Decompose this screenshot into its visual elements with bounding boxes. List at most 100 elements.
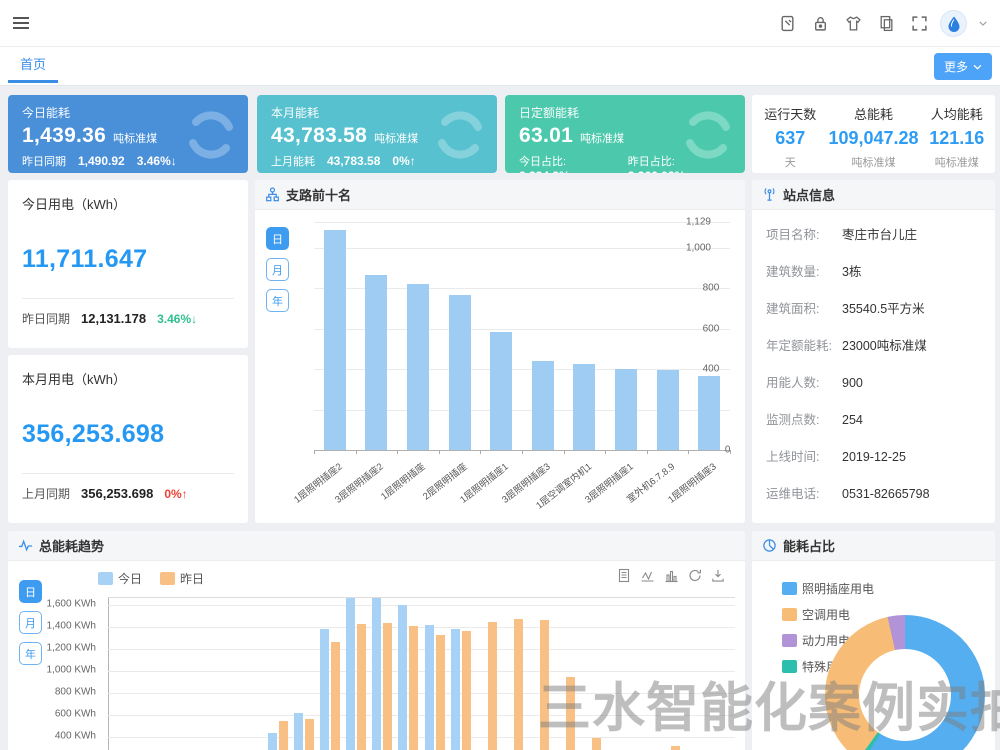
site-row-value: 23000吨标准煤 [842, 339, 927, 353]
kpi-value: 63.01 [519, 124, 573, 148]
legend-item-hvac[interactable]: 空调用电 [782, 606, 874, 623]
site-row-label: 建筑面积: [766, 298, 838, 317]
y-axis-label: 800 KWh [55, 687, 96, 698]
tab-home-label: 首页 [20, 57, 46, 72]
site-row-label: 运维电话: [766, 483, 838, 502]
menu-toggle-button[interactable] [12, 16, 30, 30]
y-axis-label: 1,000 KWh [47, 665, 96, 676]
lock-icon[interactable] [808, 12, 832, 36]
x-axis-tick [730, 450, 731, 454]
user-menu-chevron-icon[interactable] [976, 12, 990, 36]
legend-swatch [160, 572, 175, 585]
gridline [108, 649, 735, 650]
download-icon[interactable] [711, 568, 725, 583]
user-avatar[interactable] [940, 10, 967, 37]
kpi-change: 3.46%↓ [137, 154, 177, 168]
chart-toolbox [617, 568, 725, 583]
x-axis-tick [688, 450, 689, 454]
trend-bar-yesterday [488, 622, 497, 750]
stat-unit: 天 [752, 154, 828, 170]
legend-swatch [782, 634, 797, 647]
site-row-value: 900 [842, 376, 863, 390]
kpi-card-daily-quota-energy: 日定额能耗 63.01 吨标准煤 今日占比: 2,284.2% 昨日占比: 2,… [505, 95, 745, 173]
legend-label: 昨日 [180, 570, 204, 587]
compare-value: 356,253.698 [81, 486, 153, 501]
trend-legend: 今日 昨日 [98, 570, 204, 587]
trend-bar-yesterday [436, 635, 445, 750]
kpi-unit: 吨标准煤 [580, 130, 624, 146]
refresh-icon[interactable] [688, 568, 702, 583]
trend-bar-today [268, 733, 277, 750]
compare-value: 12,131.178 [81, 311, 146, 326]
x-axis-tick [605, 450, 606, 454]
y-axis-label: 400 [703, 364, 720, 375]
branch-period-group: 日 月 年 [266, 227, 289, 312]
trend-bar-yesterday [383, 623, 392, 750]
branch-period-year-button[interactable]: 年 [266, 289, 289, 312]
trend-y-axis-labels: 0 KWh200 KWh400 KWh600 KWh800 KWh1,000 K… [8, 597, 102, 750]
branch-bar [490, 332, 512, 450]
kpi-unit: 吨标准煤 [374, 130, 418, 146]
trend-bar-today [294, 713, 303, 750]
kpi-unit: 吨标准煤 [113, 130, 157, 146]
tab-home[interactable]: 首页 [8, 47, 58, 83]
trend-bar-yesterday [357, 624, 366, 750]
pie-chart-icon [762, 538, 777, 553]
stat-value: 109,047.28 [828, 128, 918, 149]
legend-swatch [782, 660, 797, 673]
site-info-panel: 站点信息 项目名称:枣庄市台儿庄 建筑数量:3栋 建筑面积:35540.5平方米… [752, 180, 995, 523]
stat-total-energy: 总能耗 109,047.28 吨标准煤 [828, 95, 918, 173]
trend-chart-plot [108, 597, 735, 750]
stat-unit: 吨标准煤 [828, 154, 918, 170]
site-row-label: 用能人数: [766, 372, 838, 391]
energy-trend-panel: 总能耗趋势 今日 昨日 日 月 年 0 KWh200 KWh400 KWh600… [8, 531, 745, 750]
refresh-arrows-icon [433, 108, 487, 162]
divider [22, 298, 234, 299]
data-view-icon[interactable] [617, 568, 631, 583]
x-axis-tick [397, 450, 398, 454]
hierarchy-icon [265, 187, 280, 202]
y-axis-label: 1,400 KWh [47, 621, 96, 632]
trend-bar-yesterday [331, 642, 340, 750]
x-axis-tick [480, 450, 481, 454]
y-axis-label: 1,129 [686, 217, 711, 228]
today-power-card: 今日用电（kWh） 11,711.647 昨日同期 12,131.178 3.4… [8, 180, 248, 348]
panel-title: 支路前十名 [286, 185, 351, 204]
summary-stats-card: 运行天数 637 天 总能耗 109,047.28 吨标准煤 人均能耗 121.… [752, 95, 995, 173]
dashboard-page: 首页 更多 今日能耗 1,439.36 吨标准煤 昨日同期 1,490.92 3… [0, 0, 1000, 750]
branch-chart-plot: 02004006008001,0001,1291层照明插座23层照明插座21层照… [314, 222, 730, 450]
theme-skin-icon[interactable] [841, 12, 865, 36]
branch-period-day-button[interactable]: 日 [266, 227, 289, 250]
fullscreen-icon[interactable] [907, 12, 931, 36]
x-axis-tick [647, 450, 648, 454]
documents-icon[interactable] [874, 12, 898, 36]
legend-item-yesterday[interactable]: 昨日 [160, 570, 204, 587]
stat-per-capita-energy: 人均能耗 121.16 吨标准煤 [919, 95, 995, 173]
trend-bar-yesterday [279, 721, 288, 750]
kpi-card-month-energy: 本月能耗 43,783.58 吨标准煤 上月能耗 43,783.58 0%↑ [257, 95, 497, 173]
branch-period-month-button[interactable]: 月 [266, 258, 289, 281]
kpi-compare-label: 昨日同期 [22, 153, 66, 169]
more-button[interactable]: 更多 [934, 53, 992, 80]
legend-item-today[interactable]: 今日 [98, 570, 142, 587]
stat-unit: 吨标准煤 [919, 154, 995, 170]
y-axis-line [108, 598, 109, 750]
toolbox-icon[interactable] [775, 12, 799, 36]
topbar-icons [775, 0, 990, 47]
legend-swatch [98, 572, 113, 585]
y-axis-label: 600 [703, 323, 720, 334]
legend-item-lighting[interactable]: 照明插座用电 [782, 580, 874, 597]
donut-hole [859, 649, 951, 741]
stat-value: 121.16 [919, 128, 995, 149]
card-title: 本月用电（kWh） [22, 369, 234, 388]
x-axis-tick [314, 450, 315, 454]
energy-share-panel: 能耗占比 照明插座用电 空调用电 动力用电 特殊用电 [752, 531, 995, 750]
branch-bar [532, 361, 554, 450]
line-chart-icon[interactable] [640, 568, 655, 583]
bar-chart-icon[interactable] [664, 568, 679, 583]
power-value: 11,711.647 [22, 245, 234, 274]
trend-bar-yesterday [514, 619, 523, 750]
x-axis-tick [522, 450, 523, 454]
x-axis-tick [439, 450, 440, 454]
y-axis-label: 1,600 KWh [47, 599, 96, 610]
